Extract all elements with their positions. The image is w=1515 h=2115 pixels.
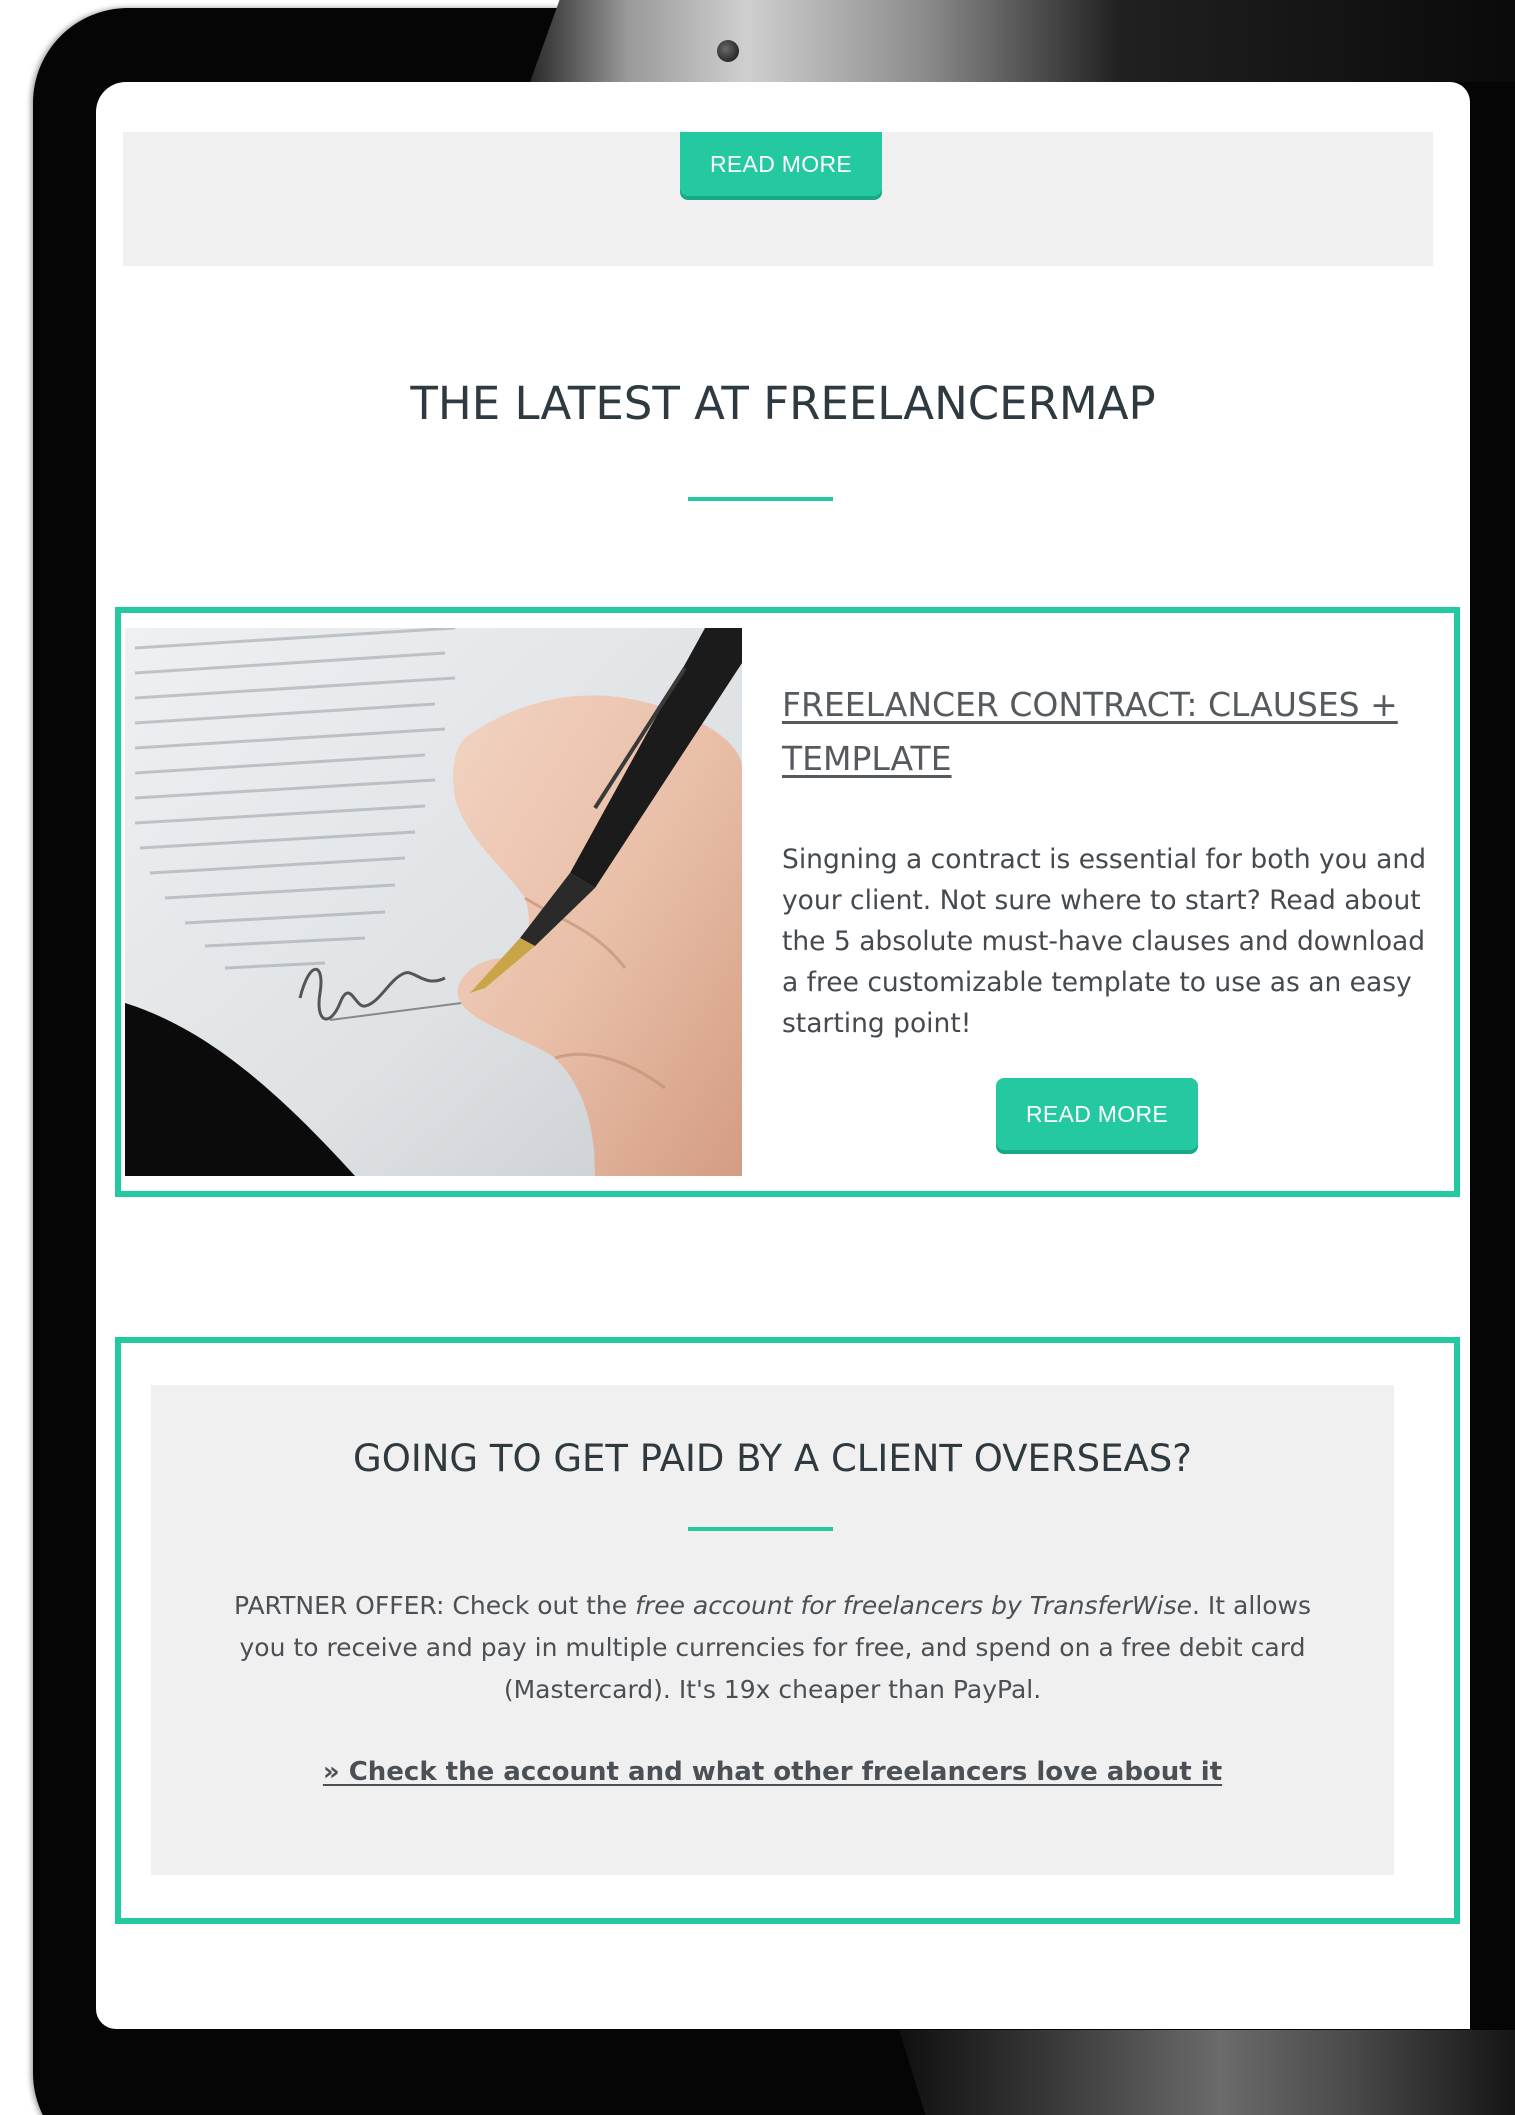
read-more-button-top[interactable]: READ MORE	[680, 132, 882, 196]
offer-text-emphasis: free account for freelancers by Transfer…	[635, 1591, 1193, 1620]
article-title-link[interactable]: FREELANCER CONTRACT: CLAUSES + TEMPLATE	[782, 678, 1432, 786]
read-more-button-article[interactable]: READ MORE	[996, 1078, 1198, 1150]
article-description: Singning a contract is essential for bot…	[782, 844, 1427, 1039]
offer-description: PARTNER OFFER: Check out the free accoun…	[216, 1585, 1329, 1711]
front-camera-icon	[717, 40, 739, 62]
tablet-bottom-reflection	[899, 2030, 1515, 2115]
heading-divider	[688, 497, 833, 501]
check-account-link[interactable]: » Check the account and what other freel…	[151, 1757, 1394, 1787]
tablet-mockup: READ MORE THE LATEST AT FREELANCERMAP FR…	[0, 0, 1515, 2115]
tablet-screen: READ MORE THE LATEST AT FREELANCERMAP FR…	[96, 82, 1470, 2029]
tablet-top-reflection	[530, 0, 1515, 82]
partner-offer-card: GOING TO GET PAID BY A CLIENT OVERSEAS? …	[115, 1337, 1460, 1924]
signing-illustration	[125, 628, 742, 1176]
offer-panel: GOING TO GET PAID BY A CLIENT OVERSEAS? …	[151, 1385, 1394, 1875]
article-image-contract-signing[interactable]	[125, 628, 742, 1176]
offer-text-before: PARTNER OFFER: Check out the	[233, 1591, 636, 1620]
offer-heading-divider	[688, 1527, 833, 1531]
offer-heading: GOING TO GET PAID BY A CLIENT OVERSEAS?	[353, 1437, 1192, 1480]
section-heading-latest: THE LATEST AT FREELANCERMAP	[410, 377, 1156, 430]
article-card: FREELANCER CONTRACT: CLAUSES + TEMPLATE …	[115, 607, 1460, 1197]
